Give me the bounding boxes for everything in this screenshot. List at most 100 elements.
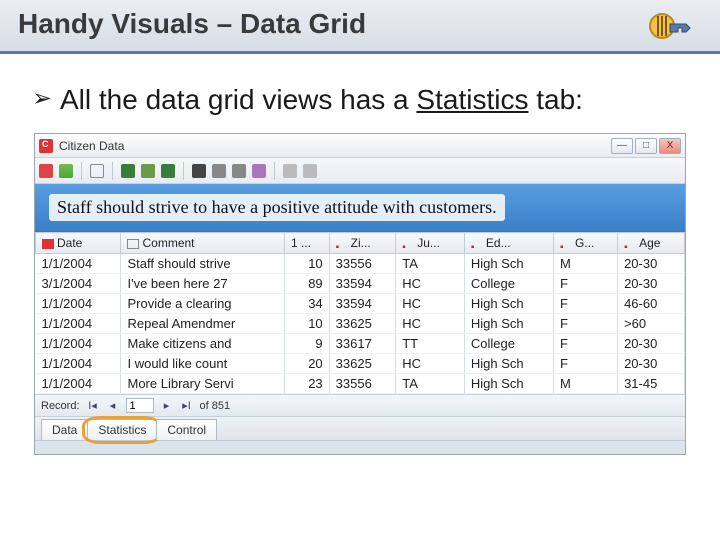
cell-date: 1/1/2004 <box>36 374 121 394</box>
col-ju[interactable]: Ju... <box>396 233 465 254</box>
cell-ed: High Sch <box>464 294 553 314</box>
tab-strip: Data Statistics Control <box>35 416 685 440</box>
cell-c1: 9 <box>284 334 329 354</box>
table-row[interactable]: 1/1/2004More Library Servi2333556TAHigh … <box>36 374 685 394</box>
nav-last-icon[interactable]: ▸I <box>180 399 194 413</box>
cell-age: 20-30 <box>618 254 685 274</box>
toolbar-icon-8[interactable] <box>212 164 226 178</box>
separator-icon <box>183 162 184 180</box>
bullet-block: All the data grid views has a Statistics… <box>0 54 720 127</box>
cell-ju: HC <box>396 294 465 314</box>
toolbar-icon-6[interactable] <box>161 164 175 178</box>
nav-prev-icon[interactable]: ◂ <box>106 399 120 413</box>
cell-c1: 10 <box>284 314 329 334</box>
cell-age: 46-60 <box>618 294 685 314</box>
toolbar-icon-3[interactable] <box>90 164 104 178</box>
data-grid: Date Comment 1 ... Zi... Ju... Ed... G..… <box>35 232 685 394</box>
toolbar-icon-11[interactable] <box>283 164 297 178</box>
window-title: Citizen Data <box>59 139 609 153</box>
tab-statistics[interactable]: Statistics <box>87 419 157 440</box>
cell-ju: HC <box>396 354 465 374</box>
cell-zi: 33594 <box>329 274 396 294</box>
nav-position-input[interactable] <box>126 398 154 413</box>
record-navigator: Record: I◂ ◂ ▸ ▸I of 851 <box>35 394 685 416</box>
col-c1[interactable]: 1 ... <box>284 233 329 254</box>
cell-comment: Make citizens and <box>121 334 284 354</box>
col-g[interactable]: G... <box>553 233 617 254</box>
header-row: Date Comment 1 ... Zi... Ju... Ed... G..… <box>36 233 685 254</box>
cell-zi: 33617 <box>329 334 396 354</box>
cell-age: 20-30 <box>618 354 685 374</box>
cell-ed: College <box>464 334 553 354</box>
col-zi[interactable]: Zi... <box>329 233 396 254</box>
toolbar-icon-10[interactable] <box>252 164 266 178</box>
table-row[interactable]: 1/1/2004Staff should strive1033556TAHigh… <box>36 254 685 274</box>
cell-age: >60 <box>618 314 685 334</box>
bullet-suffix: tab: <box>528 84 582 115</box>
slide-title: Handy Visuals – Data Grid <box>18 8 702 40</box>
key-logo-icon <box>640 6 700 46</box>
col-comment[interactable]: Comment <box>121 233 284 254</box>
cell-g: M <box>553 254 617 274</box>
close-button[interactable]: X <box>659 138 681 154</box>
cell-g: F <box>553 294 617 314</box>
cell-ed: High Sch <box>464 254 553 274</box>
cell-c1: 23 <box>284 374 329 394</box>
table-row[interactable]: 3/1/2004I've been here 278933594HCColleg… <box>36 274 685 294</box>
cell-zi: 33594 <box>329 294 396 314</box>
nav-label: Record: <box>41 400 80 412</box>
nav-total: of 851 <box>200 400 231 412</box>
cell-c1: 20 <box>284 354 329 374</box>
cell-ju: TA <box>396 254 465 274</box>
title-bar: Citizen Data — □ X <box>35 134 685 158</box>
cell-zi: 33625 <box>329 354 396 374</box>
toolbar-icon-12[interactable] <box>303 164 317 178</box>
table-row[interactable]: 1/1/2004I would like count2033625HCHigh … <box>36 354 685 374</box>
cell-age: 20-30 <box>618 274 685 294</box>
col-ed[interactable]: Ed... <box>464 233 553 254</box>
cell-comment: Staff should strive <box>121 254 284 274</box>
toolbar-icon-4[interactable] <box>121 164 135 178</box>
nav-next-icon[interactable]: ▸ <box>160 399 174 413</box>
table-row[interactable]: 1/1/2004Repeal Amendmer1033625HCHigh Sch… <box>36 314 685 334</box>
cell-date: 3/1/2004 <box>36 274 121 294</box>
table-row[interactable]: 1/1/2004Make citizens and933617TTCollege… <box>36 334 685 354</box>
bullet-underlined: Statistics <box>416 84 528 115</box>
toolbar <box>35 158 685 184</box>
separator-icon <box>112 162 113 180</box>
cell-age: 20-30 <box>618 334 685 354</box>
nav-first-icon[interactable]: I◂ <box>86 399 100 413</box>
cell-ed: High Sch <box>464 314 553 334</box>
cell-ju: TT <box>396 334 465 354</box>
cell-date: 1/1/2004 <box>36 314 121 334</box>
separator-icon <box>274 162 275 180</box>
cell-g: F <box>553 354 617 374</box>
cell-c1: 34 <box>284 294 329 314</box>
toolbar-icon-7[interactable] <box>192 164 206 178</box>
tab-control[interactable]: Control <box>156 419 217 440</box>
cell-zi: 33556 <box>329 374 396 394</box>
cell-zi: 33556 <box>329 254 396 274</box>
cell-ju: TA <box>396 374 465 394</box>
slide-header: Handy Visuals – Data Grid <box>0 0 720 54</box>
cell-ed: High Sch <box>464 354 553 374</box>
col-age[interactable]: Age <box>618 233 685 254</box>
toolbar-icon-5[interactable] <box>141 164 155 178</box>
toolbar-icon-1[interactable] <box>39 164 53 178</box>
cell-zi: 33625 <box>329 314 396 334</box>
minimize-button[interactable]: — <box>611 138 633 154</box>
banner-text: Staff should strive to have a positive a… <box>49 194 505 221</box>
toolbar-icon-2[interactable] <box>59 164 73 178</box>
cell-ed: High Sch <box>464 374 553 394</box>
toolbar-icon-9[interactable] <box>232 164 246 178</box>
cell-g: F <box>553 314 617 334</box>
app-icon <box>39 139 53 153</box>
maximize-button[interactable]: □ <box>635 138 657 154</box>
bullet-text: All the data grid views has a Statistics… <box>60 82 680 117</box>
col-date[interactable]: Date <box>36 233 121 254</box>
cell-comment: Provide a clearing <box>121 294 284 314</box>
tab-data[interactable]: Data <box>41 419 88 440</box>
table-row[interactable]: 1/1/2004Provide a clearing3433594HCHigh … <box>36 294 685 314</box>
cell-date: 1/1/2004 <box>36 254 121 274</box>
cell-c1: 10 <box>284 254 329 274</box>
